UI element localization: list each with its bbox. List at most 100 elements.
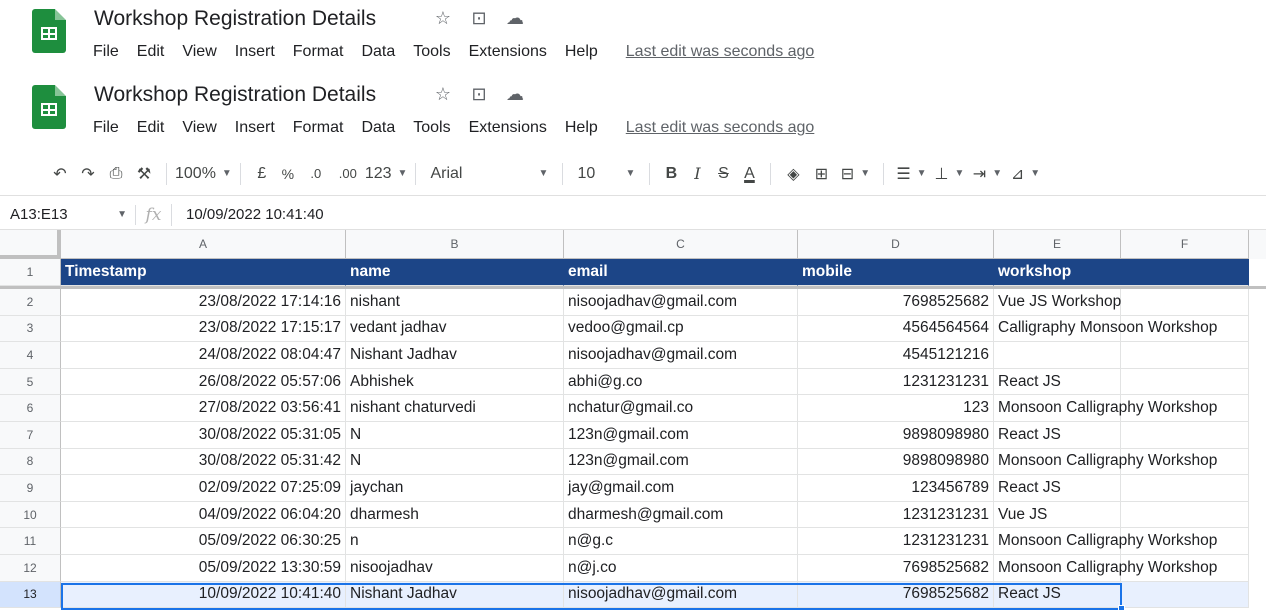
- table-cell[interactable]: Monsoon Calligraphy Workshop: [994, 555, 1217, 582]
- menu-edit[interactable]: Edit: [137, 119, 165, 137]
- align-icon[interactable]: ☰ ▼: [892, 159, 930, 189]
- header-cell-mobile[interactable]: mobile: [798, 259, 994, 286]
- row-number[interactable]: 2: [0, 289, 61, 316]
- header-cell-timestamp[interactable]: Timestamp: [61, 259, 346, 286]
- table-cell[interactable]: 05/09/2022 13:30:59: [61, 555, 346, 582]
- document-title[interactable]: Workshop Registration Details: [94, 83, 376, 107]
- increase-decimal-button[interactable]: .00: [331, 159, 365, 189]
- table-cell[interactable]: 4564564564: [798, 315, 994, 343]
- table-cell[interactable]: Monsoon Calligraphy Workshop: [994, 448, 1217, 476]
- table-cell[interactable]: 9898098980: [798, 422, 994, 449]
- menu-extensions[interactable]: Extensions: [469, 43, 547, 61]
- table-cell[interactable]: n@g.c: [564, 528, 798, 555]
- table-cell[interactable]: abhi@g.co: [564, 368, 798, 396]
- bold-button[interactable]: B: [658, 159, 684, 189]
- menu-view[interactable]: View: [182, 43, 216, 61]
- menu-data[interactable]: Data: [361, 119, 395, 137]
- table-cell[interactable]: 26/08/2022 05:57:06: [61, 368, 346, 396]
- row-number[interactable]: 7: [0, 422, 61, 449]
- table-cell[interactable]: Monsoon Calligraphy Workshop: [994, 528, 1217, 555]
- table-cell[interactable]: Vue JS Workshop: [994, 289, 1121, 316]
- menu-view[interactable]: View: [182, 119, 216, 137]
- spreadsheet-grid[interactable]: A B C D E F 1 Timestamp name email mobil…: [0, 230, 1266, 610]
- decrease-decimal-button[interactable]: .0: [301, 159, 331, 189]
- row-number[interactable]: 8: [0, 448, 61, 476]
- sheets-logo-icon[interactable]: [32, 9, 66, 53]
- column-header-b[interactable]: B: [346, 230, 564, 259]
- table-cell[interactable]: React JS: [994, 368, 1121, 396]
- last-edit-link[interactable]: Last edit was seconds ago: [626, 119, 815, 137]
- table-cell[interactable]: React JS: [994, 422, 1121, 449]
- table-cell-empty[interactable]: [1121, 528, 1249, 555]
- redo-icon[interactable]: ↷: [74, 159, 102, 189]
- table-cell-empty[interactable]: [1121, 342, 1249, 369]
- row-number[interactable]: 3: [0, 315, 61, 343]
- table-cell[interactable]: 7698525682: [798, 289, 994, 316]
- table-cell[interactable]: 30/08/2022 05:31:05: [61, 422, 346, 449]
- table-cell-empty[interactable]: [1121, 475, 1249, 502]
- table-cell[interactable]: dharmesh: [346, 501, 564, 529]
- menu-file[interactable]: File: [93, 119, 119, 137]
- strikethrough-button[interactable]: S: [710, 159, 736, 189]
- table-cell[interactable]: 9898098980: [798, 448, 994, 476]
- table-cell[interactable]: [994, 342, 1121, 369]
- font-select[interactable]: Arial ▼: [424, 159, 554, 189]
- table-cell[interactable]: N: [346, 422, 564, 449]
- move-folder-icon[interactable]: ⊡: [468, 8, 490, 29]
- row-number[interactable]: 4: [0, 342, 61, 369]
- row-number[interactable]: 1: [0, 259, 61, 286]
- table-cell[interactable]: 30/08/2022 05:31:42: [61, 448, 346, 476]
- table-cell[interactable]: 27/08/2022 03:56:41: [61, 395, 346, 422]
- valign-icon[interactable]: ⊥ ▼: [930, 159, 968, 189]
- more-formats-button[interactable]: 123 ▼: [365, 159, 408, 189]
- row-number[interactable]: 11: [0, 528, 61, 555]
- table-cell[interactable]: 123n@gmail.com: [564, 422, 798, 449]
- table-cell[interactable]: nchatur@gmail.co: [564, 395, 798, 422]
- row-number[interactable]: 9: [0, 475, 61, 502]
- sheets-logo-icon[interactable]: [32, 85, 66, 129]
- column-header-c[interactable]: C: [564, 230, 798, 259]
- table-cell[interactable]: 123n@gmail.com: [564, 448, 798, 476]
- table-cell[interactable]: n@j.co: [564, 555, 798, 582]
- header-cell-email[interactable]: email: [564, 259, 798, 286]
- fill-color-icon[interactable]: ◈: [779, 159, 807, 189]
- fill-handle[interactable]: [1118, 605, 1125, 610]
- header-cell-name[interactable]: name: [346, 259, 564, 286]
- menu-help[interactable]: Help: [565, 119, 598, 137]
- table-cell[interactable]: nisoojadhav@gmail.com: [564, 342, 798, 369]
- select-all-corner[interactable]: [0, 230, 61, 259]
- rotate-icon[interactable]: ⊿ ▼: [1006, 159, 1044, 189]
- menu-extensions[interactable]: Extensions: [469, 119, 547, 137]
- table-cell-empty[interactable]: [1121, 448, 1249, 476]
- table-cell[interactable]: 123456789: [798, 475, 994, 502]
- table-cell[interactable]: 123: [798, 395, 994, 422]
- table-cell[interactable]: 04/09/2022 06:04:20: [61, 501, 346, 529]
- star-icon[interactable]: ☆: [432, 84, 454, 105]
- table-cell[interactable]: nishant: [346, 289, 564, 316]
- document-title[interactable]: Workshop Registration Details: [94, 7, 376, 31]
- menu-edit[interactable]: Edit: [137, 43, 165, 61]
- table-cell[interactable]: nishant chaturvedi: [346, 395, 564, 422]
- menu-tools[interactable]: Tools: [413, 43, 450, 61]
- table-cell[interactable]: 1231231231: [798, 528, 994, 555]
- column-header-a[interactable]: A: [61, 230, 346, 259]
- table-cell-empty[interactable]: [1121, 368, 1249, 396]
- table-cell[interactable]: nisoojadhav@gmail.com: [564, 581, 798, 609]
- table-cell[interactable]: 05/09/2022 06:30:25: [61, 528, 346, 555]
- table-cell[interactable]: 1231231231: [798, 501, 994, 529]
- menu-help[interactable]: Help: [565, 43, 598, 61]
- column-header-f[interactable]: F: [1121, 230, 1249, 259]
- name-box[interactable]: A13:E13 ▼: [0, 206, 135, 223]
- table-cell-empty[interactable]: [1121, 315, 1249, 343]
- table-cell-empty[interactable]: [1121, 555, 1249, 582]
- formula-input[interactable]: 10/09/2022 10:41:40: [171, 203, 324, 226]
- column-header-d[interactable]: D: [798, 230, 994, 259]
- percent-format-button[interactable]: %: [275, 159, 301, 189]
- table-cell[interactable]: Abhishek: [346, 368, 564, 396]
- undo-icon[interactable]: ↶: [46, 159, 74, 189]
- star-icon[interactable]: ☆: [432, 8, 454, 29]
- table-cell[interactable]: Vue JS: [994, 501, 1121, 529]
- borders-icon[interactable]: ⊞: [807, 159, 835, 189]
- table-cell[interactable]: 23/08/2022 17:15:17: [61, 315, 346, 343]
- table-cell-empty[interactable]: [1121, 581, 1249, 609]
